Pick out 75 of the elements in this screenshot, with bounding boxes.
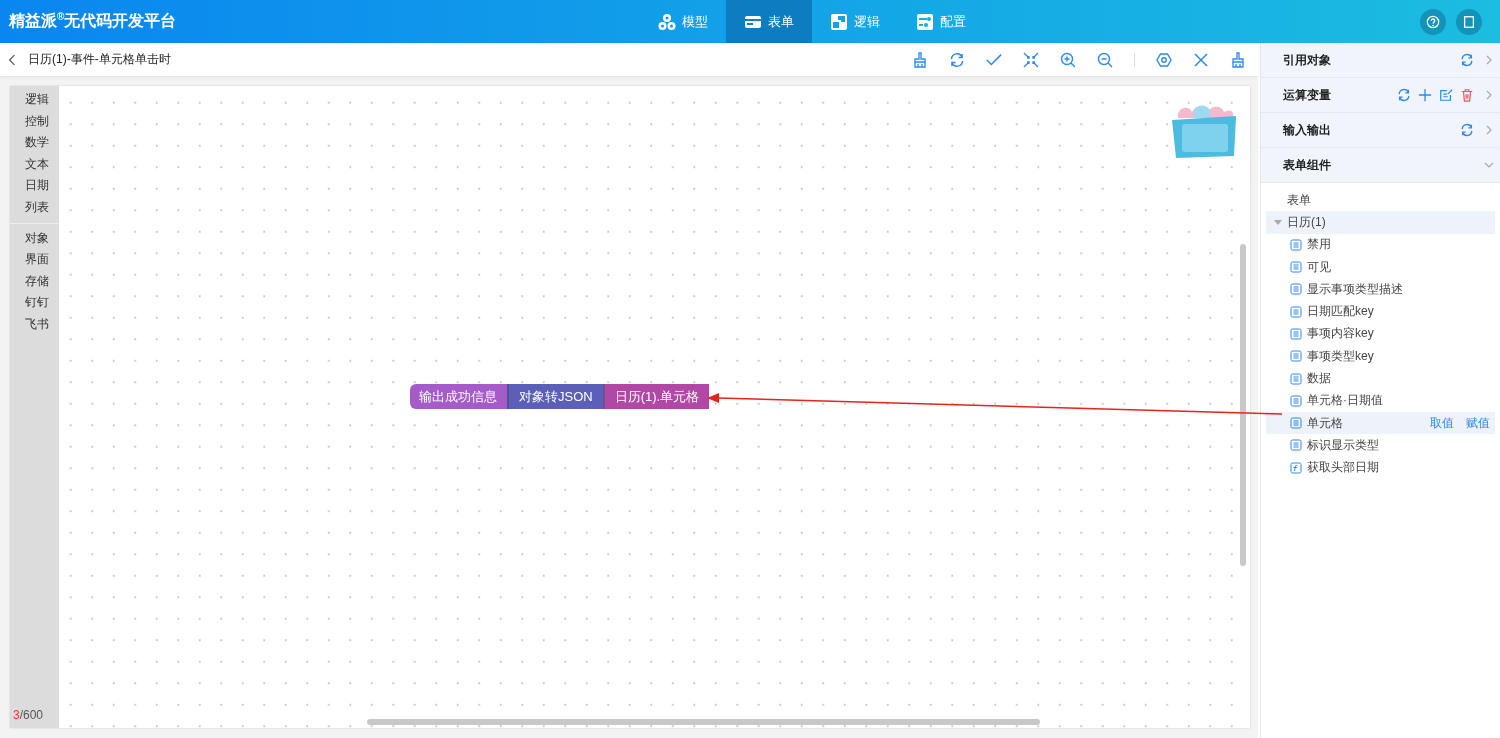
section-header[interactable]: 运算变量 bbox=[1261, 78, 1500, 113]
cubes-icon bbox=[658, 12, 676, 31]
block-counter: 3/600 bbox=[13, 708, 44, 722]
tree-item[interactable]: 日历(1) bbox=[1266, 211, 1495, 234]
toolbox-category[interactable]: 界面 bbox=[10, 249, 59, 271]
code-block[interactable]: 对象转JSON bbox=[507, 384, 603, 409]
add-icon[interactable] bbox=[1418, 88, 1432, 102]
function-icon bbox=[1290, 461, 1302, 474]
toolbox-category[interactable]: 文本 bbox=[10, 153, 59, 176]
tree-item[interactable]: 单元格·日期值 bbox=[1266, 389, 1495, 412]
puzzle-icon bbox=[830, 12, 848, 31]
chevron-icon[interactable] bbox=[1484, 55, 1494, 65]
refresh-icon[interactable] bbox=[1460, 53, 1474, 67]
toolbox-category[interactable]: 控制 bbox=[10, 110, 59, 133]
list-icon bbox=[1290, 394, 1302, 407]
editor-title: 日历(1)-事件-单元格单击时 bbox=[28, 51, 171, 68]
brush-icon[interactable] bbox=[912, 51, 928, 68]
list-icon bbox=[1290, 350, 1302, 363]
section-header[interactable]: 表单组件 bbox=[1261, 148, 1500, 183]
toolbox-category[interactable]: 日期 bbox=[10, 175, 59, 197]
check-icon[interactable] bbox=[986, 51, 1002, 68]
refresh-icon[interactable] bbox=[1460, 123, 1474, 137]
settings-icon bbox=[916, 12, 934, 31]
window-button[interactable] bbox=[1456, 8, 1482, 35]
list-icon bbox=[1290, 261, 1302, 274]
help-icon bbox=[1426, 14, 1440, 29]
toolbox-category[interactable]: 列表 bbox=[10, 196, 59, 219]
list-icon bbox=[1290, 238, 1302, 251]
caret-icon[interactable] bbox=[1274, 218, 1282, 227]
list-icon bbox=[1290, 372, 1302, 385]
close-icon[interactable] bbox=[1193, 51, 1209, 68]
brush-icon[interactable] bbox=[1230, 51, 1246, 68]
tree-item[interactable]: 日期匹配key bbox=[1266, 300, 1495, 323]
tree-item[interactable]: 禁用 bbox=[1266, 233, 1495, 256]
settings-icon[interactable] bbox=[1156, 51, 1172, 68]
list-icon bbox=[1290, 327, 1302, 340]
edit-icon[interactable] bbox=[1439, 88, 1453, 102]
tree-item[interactable]: 标识显示类型 bbox=[1266, 434, 1495, 457]
chevron-icon[interactable] bbox=[1484, 160, 1494, 170]
section-header[interactable]: 引用对象 bbox=[1261, 43, 1500, 78]
tree-item[interactable]: 事项类型key bbox=[1266, 345, 1495, 368]
app-title: 精益派$^{®}$无代码开发平台 bbox=[8, 10, 178, 32]
list-icon bbox=[1290, 305, 1302, 318]
refresh-icon[interactable] bbox=[949, 51, 965, 68]
vertical-scrollbar[interactable] bbox=[1240, 244, 1246, 566]
tree-item[interactable]: 数据 bbox=[1266, 367, 1495, 390]
chevron-icon[interactable] bbox=[1484, 90, 1494, 100]
toolbox-category[interactable]: 飞书 bbox=[10, 313, 59, 336]
toolbox-category[interactable]: 逻辑 bbox=[10, 89, 59, 111]
zoom-in-icon[interactable] bbox=[1060, 51, 1076, 68]
chevron-icon[interactable] bbox=[1484, 125, 1494, 135]
toolbox-category[interactable]: 存储 bbox=[10, 270, 59, 293]
code-block[interactable]: 输出成功信息 bbox=[410, 384, 507, 409]
tree-item[interactable]: 表单 bbox=[1266, 189, 1495, 212]
code-block[interactable]: 日历(1).单元格 bbox=[602, 384, 710, 409]
zoom-out-icon[interactable] bbox=[1097, 51, 1113, 68]
collapse-icon[interactable] bbox=[1023, 51, 1039, 68]
window-icon bbox=[1462, 14, 1476, 29]
list-icon bbox=[1290, 283, 1302, 296]
refresh-icon[interactable] bbox=[1397, 88, 1411, 102]
nav-tab[interactable]: 表单 bbox=[726, 0, 812, 43]
tree-item[interactable]: 事项内容key bbox=[1266, 322, 1495, 346]
toolbox-category[interactable]: 数学 bbox=[10, 132, 59, 154]
tree-item[interactable]: 显示事项类型描述 bbox=[1266, 278, 1495, 301]
help-button[interactable] bbox=[1420, 8, 1446, 35]
tree-item[interactable]: 获取头部日期 bbox=[1266, 456, 1495, 479]
toolbox-category[interactable]: 钉钉 bbox=[10, 292, 59, 314]
list-icon bbox=[1290, 417, 1302, 430]
trash-icon[interactable] bbox=[1460, 88, 1474, 102]
horizontal-scrollbar[interactable] bbox=[367, 719, 1040, 725]
section-header[interactable]: 输入输出 bbox=[1261, 113, 1500, 148]
toolbox-category[interactable]: 对象 bbox=[10, 227, 59, 250]
list-icon bbox=[1290, 439, 1302, 452]
back-icon[interactable] bbox=[8, 53, 16, 66]
tree-item[interactable]: 可见 bbox=[1266, 255, 1495, 279]
